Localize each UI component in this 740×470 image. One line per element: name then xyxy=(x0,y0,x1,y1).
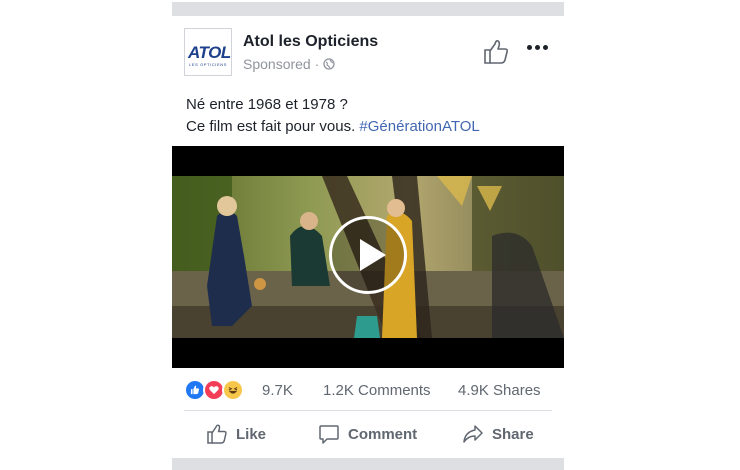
atol-logo-subtext: LES OPTICIENS xyxy=(189,62,228,67)
globe-icon xyxy=(323,58,335,70)
post-meta: Sponsored · xyxy=(243,56,335,72)
post-stats: 9.7K 1.2K Comments 4.9K Shares xyxy=(184,378,552,404)
like-page-thumb-icon[interactable] xyxy=(482,38,510,66)
atol-logo-text: ATOL xyxy=(188,43,231,62)
feed-separator-bottom xyxy=(172,458,564,470)
hashtag-link[interactable]: #GénérationATOL xyxy=(359,118,479,135)
comment-button[interactable]: Comment xyxy=(318,420,417,448)
comment-button-label: Comment xyxy=(348,425,418,443)
post-text: Né entre 1968 et 1978 ? Ce film est fait… xyxy=(186,94,556,138)
like-thumb-icon xyxy=(207,424,227,444)
like-button[interactable]: Like xyxy=(206,420,266,448)
reaction-icons[interactable] xyxy=(184,379,244,401)
share-arrow-icon xyxy=(463,425,483,443)
post-text-line1: Né entre 1968 et 1978 ? xyxy=(186,96,348,113)
post-header: ATOL LES OPTICIENS Atol les Opticiens Sp… xyxy=(172,16,564,86)
comment-bubble-icon xyxy=(319,425,339,444)
shares-count[interactable]: 4.9K Shares xyxy=(458,382,541,399)
share-button-label: Share xyxy=(492,425,534,443)
page-name-link[interactable]: Atol les Opticiens xyxy=(243,33,378,51)
more-options-icon[interactable] xyxy=(527,40,551,54)
like-button-label: Like xyxy=(236,425,267,443)
haha-reaction-icon xyxy=(222,379,244,401)
play-icon xyxy=(360,239,386,271)
feed-separator-top xyxy=(172,2,564,16)
actions-divider xyxy=(184,410,552,411)
play-button[interactable] xyxy=(329,216,407,294)
sponsored-post-card: ATOL LES OPTICIENS Atol les Opticiens Sp… xyxy=(172,2,564,470)
post-text-line2: Ce film est fait pour vous. #GénérationA… xyxy=(186,116,556,138)
share-button[interactable]: Share xyxy=(462,420,534,448)
page-avatar[interactable]: ATOL LES OPTICIENS xyxy=(184,28,232,76)
sponsored-label[interactable]: Sponsored · xyxy=(243,56,319,72)
post-text-line2-body: Ce film est fait pour vous. xyxy=(186,118,360,135)
video-player[interactable] xyxy=(172,146,564,368)
comments-count[interactable]: 1.2K Comments xyxy=(323,382,431,399)
post-actions: Like Comment Share xyxy=(172,416,564,452)
reaction-count[interactable]: 9.7K xyxy=(262,382,293,399)
